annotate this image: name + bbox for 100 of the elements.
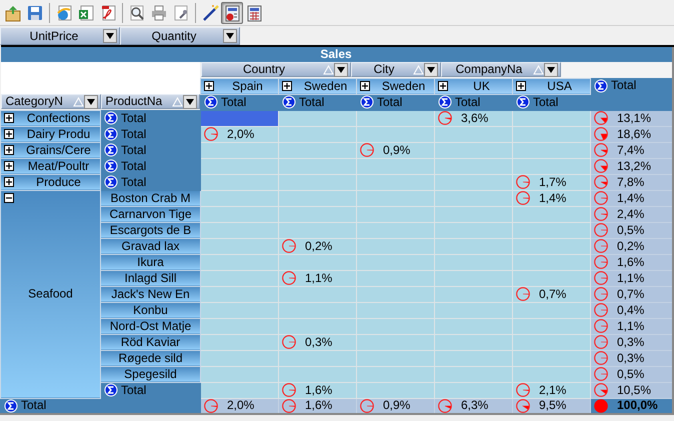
column-header: Sweden [380,80,426,92]
percent-value: 0,3% [617,352,644,364]
row-field[interactable]: ProductNa [100,94,200,110]
percent-value: 1,4% [617,192,644,204]
percent-value: 0,7% [539,288,566,300]
column-header: Total [611,79,636,92]
percent-value: 0,3% [305,336,332,348]
percent-value: 1,6% [305,384,332,396]
category-label: Confections [26,112,92,124]
expand-icon[interactable] [282,81,292,91]
category-label: Meat/Poultr [26,160,90,172]
sum-icon [104,383,118,397]
percent-value: 6,3% [461,399,488,412]
percent-value: 13,2% [617,160,652,172]
product-label: Gravad lax [121,239,180,252]
selected-cell[interactable] [200,110,278,126]
percent-value: 18,6% [617,128,652,140]
column-field[interactable]: City [350,62,440,78]
caret-icon [546,66,554,73]
caret-icon [106,33,114,39]
percent-value: 2,4% [617,208,644,220]
percent-value: 9,5% [539,399,566,412]
percent-value: 0,5% [617,368,644,380]
dropdown-button[interactable] [183,94,197,109]
field-label: ProductNa [106,95,164,108]
product-label: Escargots de B [110,223,192,236]
percent-value: 7,4% [617,144,644,156]
caret-icon [336,66,344,73]
expand-icon[interactable] [516,81,526,91]
sum-icon [104,159,118,173]
sum-icon [282,95,296,109]
expand-icon[interactable] [4,113,14,123]
product-label: Röd Kaviar [120,335,180,348]
column-header: USA [546,80,573,92]
product-label: Nord-Ost Matje [110,319,192,332]
total-label: Total [121,176,146,188]
percent-value: 1,6% [305,399,332,412]
filter-field[interactable]: Quantity [120,27,240,45]
sum-icon [104,143,118,157]
dropdown-button[interactable] [84,94,98,109]
save-icon [26,4,44,22]
printer-icon [150,4,168,22]
collapse-icon[interactable] [4,192,14,202]
sort-icon [322,64,334,75]
expand-icon[interactable] [4,129,14,139]
dropdown-button[interactable] [103,29,117,43]
percent-value: 0,9% [383,144,410,156]
total-label: Total [21,399,46,412]
expand-icon[interactable] [4,177,14,187]
percent-value: 100,0% [617,399,658,412]
table-grid-icon [245,4,263,22]
field-label: Quantity [150,28,198,45]
percent-value: 10,5% [617,384,652,396]
percent-value: 1,6% [617,256,644,268]
sort-icon [412,64,424,75]
sum-icon [516,95,530,109]
column-header: Total [299,96,324,108]
expand-icon[interactable] [438,81,448,91]
percent-value: 1,1% [305,272,332,284]
magic-wand-icon [201,4,219,22]
calculator-button[interactable] [221,2,243,24]
field-label: CategoryN [6,95,64,108]
percent-value: 0,5% [617,224,644,236]
percent-value: 0,2% [617,240,644,252]
percent-value: 1,4% [539,192,566,204]
dropdown-button[interactable] [424,62,438,77]
total-label: Total [121,128,146,140]
sort-icon [532,64,544,75]
column-header: UK [472,80,491,92]
percent-value: 0,2% [305,240,332,252]
field-label: City [372,63,396,76]
product-label: Røgede sild [118,351,183,364]
expand-icon[interactable] [360,81,370,91]
sum-icon [4,399,18,413]
product-label: Jack's New En [111,287,190,300]
dropdown-button[interactable] [544,62,558,77]
row-field[interactable]: CategoryN [0,94,100,110]
percent-value: 2,0% [227,128,254,140]
column-field[interactable]: CompanyNa [440,62,560,78]
expand-icon[interactable] [4,145,14,155]
field-label: CompanyNa [454,63,524,76]
category-label: Grains/Cere [25,144,92,156]
percent-value: 0,3% [617,336,644,348]
product-label: Boston Crab M [110,191,191,204]
dropdown-button[interactable] [334,62,348,77]
dropdown-button[interactable] [223,29,237,43]
caret-icon [86,98,94,105]
sum-icon [104,175,118,189]
percent-value: 2,0% [227,399,254,412]
pdf-document-icon [99,4,117,22]
percent-value: 2,1% [539,384,566,396]
filter-field[interactable]: UnitPrice [0,27,120,45]
column-field[interactable]: Country [200,62,350,78]
column-header: Total [533,96,558,108]
caret-icon [186,98,194,105]
expand-icon[interactable] [204,81,214,91]
column-header: Total [377,96,402,108]
expand-icon[interactable] [4,161,14,171]
sort-icon [172,96,183,107]
product-label: Konbu [133,303,168,316]
